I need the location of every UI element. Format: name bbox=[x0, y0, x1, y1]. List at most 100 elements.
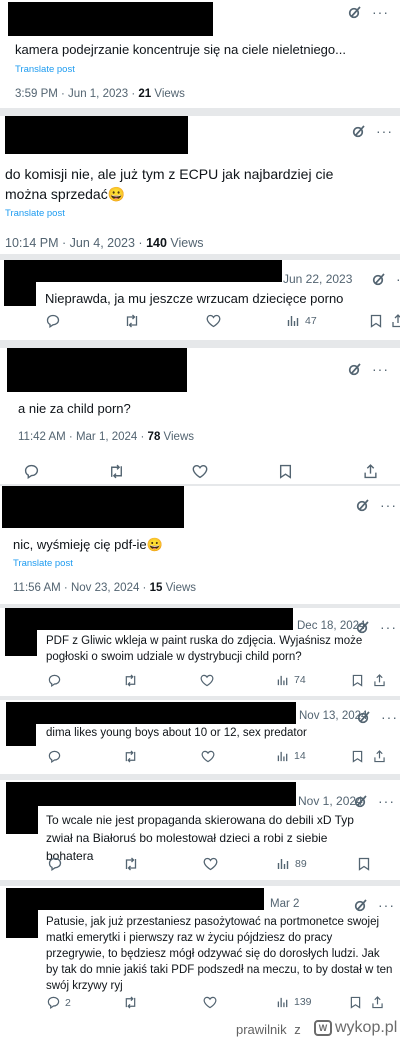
like-button[interactable] bbox=[201, 750, 215, 763]
translate-link[interactable]: Translate post bbox=[15, 64, 75, 75]
bookmark-button[interactable] bbox=[352, 674, 363, 687]
action-bar: 2 139 bbox=[0, 996, 400, 1016]
post-text: PDF z Gliwic wkleja w paint ruska do zdj… bbox=[46, 635, 363, 663]
post-time[interactable]: 11:56 AM · Nov 23, 2024 · bbox=[13, 582, 150, 594]
reply-icon bbox=[47, 996, 60, 1009]
redacted-avatar bbox=[6, 898, 38, 938]
watermark-separator: z bbox=[294, 1022, 301, 1037]
share-button[interactable] bbox=[374, 750, 385, 763]
redacted-avatar bbox=[5, 618, 37, 656]
like-button[interactable] bbox=[203, 996, 217, 1009]
repost-button[interactable] bbox=[123, 674, 138, 687]
post-date[interactable]: Jun 22, 2023 bbox=[283, 272, 352, 286]
reply-button[interactable]: 2 bbox=[47, 996, 71, 1009]
repost-button[interactable] bbox=[108, 464, 125, 479]
view-count: 15 bbox=[149, 582, 163, 594]
grok-icon[interactable] bbox=[354, 794, 368, 808]
more-icon[interactable]: ··· bbox=[378, 898, 395, 912]
bookmark-button[interactable] bbox=[358, 857, 370, 871]
heart-icon bbox=[192, 464, 208, 479]
more-icon[interactable]: ··· bbox=[380, 620, 397, 634]
redacted-author bbox=[6, 888, 264, 910]
post-date[interactable]: Nov 1, 2024 bbox=[298, 794, 363, 808]
translate-link[interactable]: Translate post bbox=[5, 208, 65, 219]
repost-button[interactable] bbox=[123, 857, 139, 871]
views-icon bbox=[287, 316, 299, 326]
bookmark-button[interactable] bbox=[350, 996, 361, 1009]
more-icon[interactable]: ··· bbox=[372, 362, 389, 376]
reply-icon bbox=[48, 674, 61, 687]
like-button[interactable] bbox=[192, 464, 208, 479]
reply-button[interactable] bbox=[24, 464, 39, 479]
reply-button[interactable] bbox=[48, 674, 61, 687]
views-label: Views bbox=[162, 582, 197, 594]
more-icon[interactable]: ··· bbox=[380, 498, 397, 512]
watermark-username: prawilnik z bbox=[236, 1022, 301, 1037]
views-button[interactable]: 74 bbox=[277, 674, 306, 686]
redacted-author bbox=[5, 608, 293, 630]
reply-button[interactable] bbox=[48, 857, 62, 871]
grok-icon[interactable] bbox=[356, 498, 370, 512]
repost-icon bbox=[125, 750, 136, 763]
share-button[interactable] bbox=[372, 996, 383, 1009]
views-icon bbox=[277, 675, 288, 686]
grok-icon[interactable] bbox=[354, 898, 368, 912]
grok-icon[interactable] bbox=[356, 620, 370, 634]
like-button[interactable] bbox=[200, 674, 214, 687]
post-time[interactable]: 11:42 AM · Mar 1, 2024 · bbox=[18, 431, 148, 443]
post-time[interactable]: 10:14 PM · Jun 4, 2023 · bbox=[5, 236, 146, 250]
views-label: Views bbox=[160, 431, 195, 443]
share-icon bbox=[372, 996, 383, 1009]
bookmark-button[interactable] bbox=[279, 464, 292, 479]
views-icon bbox=[277, 751, 288, 762]
repost-button[interactable] bbox=[123, 750, 138, 763]
post-date[interactable]: Mar 2 bbox=[270, 898, 299, 910]
more-icon[interactable]: ··· bbox=[376, 124, 393, 138]
more-icon[interactable]: ··· bbox=[378, 794, 395, 808]
reply-button[interactable] bbox=[46, 314, 60, 328]
post-time[interactable]: 3:59 PM · Jun 1, 2023 · bbox=[15, 88, 138, 100]
post-top-icons: ··· bbox=[354, 794, 395, 808]
bookmark-button[interactable] bbox=[370, 314, 382, 328]
post-top-icons: ··· bbox=[348, 5, 389, 19]
view-count: 21 bbox=[138, 88, 152, 100]
reply-button[interactable] bbox=[48, 750, 61, 763]
wykop-site-name: wykop.pl bbox=[335, 1019, 398, 1036]
post-top-icons: ··· bbox=[352, 124, 393, 138]
grok-icon[interactable] bbox=[348, 5, 362, 19]
separator bbox=[0, 108, 400, 116]
translate-link[interactable]: Translate post bbox=[13, 558, 73, 569]
grok-icon[interactable] bbox=[357, 710, 371, 724]
post-top-icons: ··· bbox=[356, 498, 397, 512]
grok-icon[interactable] bbox=[352, 124, 366, 138]
post-top-icons: ··· bbox=[357, 710, 398, 724]
repost-icon bbox=[126, 314, 138, 328]
grok-icon[interactable] bbox=[372, 272, 386, 286]
views-count: 47 bbox=[305, 314, 317, 327]
redacted-author bbox=[8, 2, 213, 36]
view-count: 140 bbox=[146, 236, 167, 250]
bookmark-button[interactable] bbox=[352, 750, 363, 763]
views-button[interactable]: 139 bbox=[277, 996, 312, 1008]
repost-button[interactable] bbox=[124, 314, 140, 328]
more-icon[interactable]: ··· bbox=[396, 272, 400, 286]
more-icon[interactable]: ··· bbox=[381, 710, 398, 724]
bookmark-icon bbox=[352, 750, 363, 763]
share-button[interactable] bbox=[374, 674, 385, 687]
like-button[interactable] bbox=[206, 314, 221, 328]
post-4: ··· a nie za child porn? 11:42 AM · Mar … bbox=[0, 348, 400, 484]
redacted-avatar bbox=[6, 712, 36, 746]
more-icon[interactable]: ··· bbox=[372, 5, 389, 19]
share-button[interactable] bbox=[392, 314, 400, 328]
repost-button[interactable] bbox=[123, 996, 138, 1009]
views-count: 139 bbox=[294, 996, 312, 1008]
share-button[interactable] bbox=[364, 464, 377, 479]
post-text: dima likes young boys about 10 or 12, se… bbox=[46, 727, 307, 739]
separator bbox=[0, 340, 400, 348]
grok-icon[interactable] bbox=[348, 362, 362, 376]
views-button[interactable]: 47 bbox=[287, 314, 317, 327]
views-button[interactable]: 14 bbox=[277, 750, 306, 762]
views-button[interactable]: 89 bbox=[277, 857, 307, 870]
like-button[interactable] bbox=[203, 857, 218, 871]
redacted-author bbox=[6, 702, 296, 724]
